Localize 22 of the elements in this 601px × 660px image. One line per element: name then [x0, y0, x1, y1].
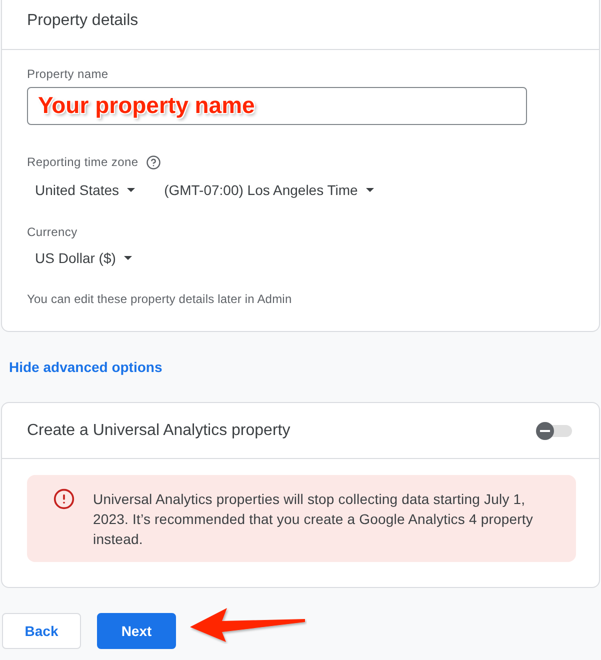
time-zone-dropdown[interactable]: (GMT-07:00) Los Angeles Time [156, 176, 382, 204]
caret-icon [366, 188, 374, 192]
toggle-knob-icon [536, 422, 554, 440]
field-label: Property name [27, 66, 108, 82]
error-icon [53, 488, 75, 510]
currency-dropdown[interactable]: US Dollar ($) [27, 244, 140, 272]
field-label: Reporting time zone [27, 154, 138, 170]
caret-icon [127, 188, 136, 192]
hint-text: You can edit these property details later in Admin [27, 291, 292, 307]
help-icon[interactable] [146, 154, 162, 170]
caret-icon [124, 256, 132, 260]
property-name-input[interactable] [27, 87, 527, 125]
card-title: Create a Universal Analytics property [27, 420, 290, 440]
toggle-switch[interactable] [536, 422, 572, 438]
country-dropdown[interactable]: United States [27, 176, 144, 204]
back-button[interactable]: Back [2, 613, 81, 649]
warning-text: Universal Analytics properties will stop collecting data starting July 1, 2023. It’s recommended that you create a Google Analytics 4 property instead. [93, 490, 534, 549]
field-label: Currency [27, 224, 78, 240]
next-button[interactable]: Next [97, 613, 176, 649]
annotation-text: Your property name [38, 91, 255, 119]
hide-advanced-link[interactable]: Hide advanced options [9, 357, 162, 377]
card-title: Property details [27, 10, 138, 30]
